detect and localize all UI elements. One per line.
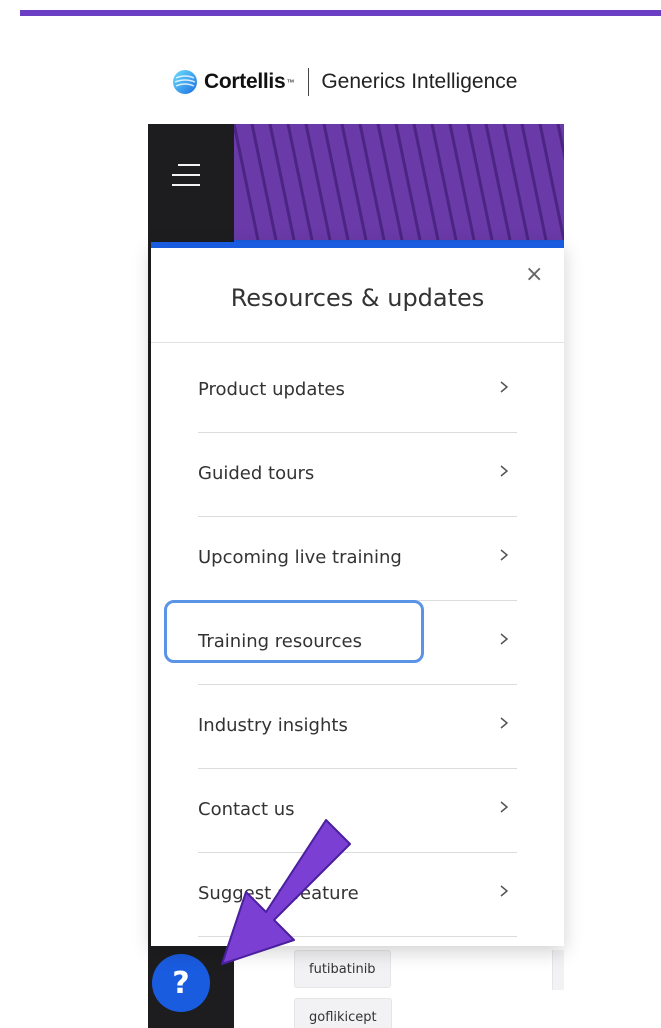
menu-item-training-resources[interactable]: Training resources <box>198 601 517 685</box>
hero-banner <box>234 124 564 240</box>
drug-chip[interactable]: goflikicept <box>294 998 392 1028</box>
menu-item-product-updates[interactable]: Product updates <box>198 349 517 433</box>
help-button[interactable]: ? <box>152 954 210 1012</box>
hamburger-icon[interactable] <box>172 156 200 192</box>
panel-divider <box>151 342 564 343</box>
annotation-arrow-icon <box>221 819 351 965</box>
menu-item-industry-insights[interactable]: Industry insights <box>198 685 517 769</box>
brand-trademark: ™ <box>286 77 295 87</box>
chevron-right-icon <box>500 885 509 897</box>
chevron-right-icon <box>500 633 509 645</box>
panel-title: Resources & updates <box>230 284 485 312</box>
menu-item-label: Contact us <box>198 799 295 820</box>
brand-header: Cortellis ™ Generics Intelligence <box>172 64 517 100</box>
chip-edge <box>552 950 564 990</box>
menu-item-label: Product updates <box>198 379 345 400</box>
menu-item-label: Training resources <box>198 631 362 652</box>
chevron-right-icon <box>500 801 509 813</box>
cortellis-logo-icon <box>173 70 197 94</box>
brand-product-name: Generics Intelligence <box>321 70 518 93</box>
question-icon: ? <box>172 965 190 1001</box>
top-accent-bar <box>20 10 661 16</box>
chevron-right-icon <box>500 717 509 729</box>
brand-separator <box>308 68 310 96</box>
brand-name: Cortellis <box>204 70 286 93</box>
menu-item-label: Guided tours <box>198 463 315 484</box>
menu-item-label: Industry insights <box>198 715 348 736</box>
chevron-right-icon <box>500 465 509 477</box>
menu-item-guided-tours[interactable]: Guided tours <box>198 433 517 517</box>
menu-item-upcoming-live-training[interactable]: Upcoming live training <box>198 517 517 601</box>
chevron-right-icon <box>500 381 509 393</box>
menu-item-label: Upcoming live training <box>198 547 402 568</box>
chevron-right-icon <box>500 549 509 561</box>
